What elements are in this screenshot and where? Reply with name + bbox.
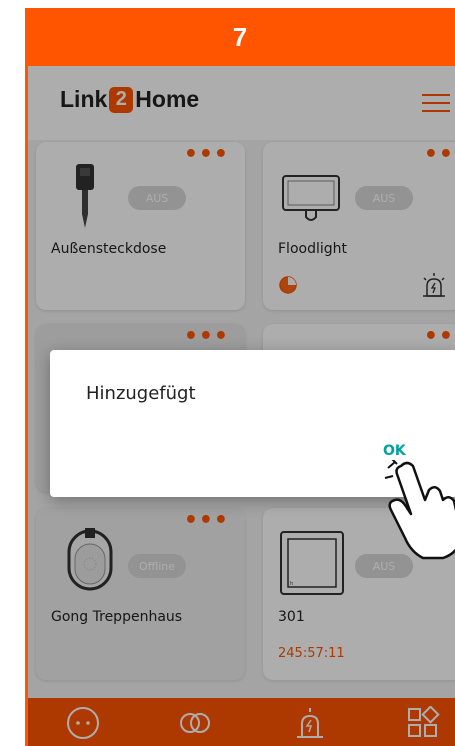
phone-screen: Link 2 Home ••• AUS Außensteckdose ••• A… <box>25 66 455 746</box>
step-number: 7 <box>232 21 248 52</box>
step-banner: 7 <box>25 8 455 66</box>
dialog-message: Hinzugefügt <box>86 383 196 404</box>
ok-button[interactable]: OK <box>383 443 406 459</box>
hand-cursor-icon <box>384 460 455 560</box>
